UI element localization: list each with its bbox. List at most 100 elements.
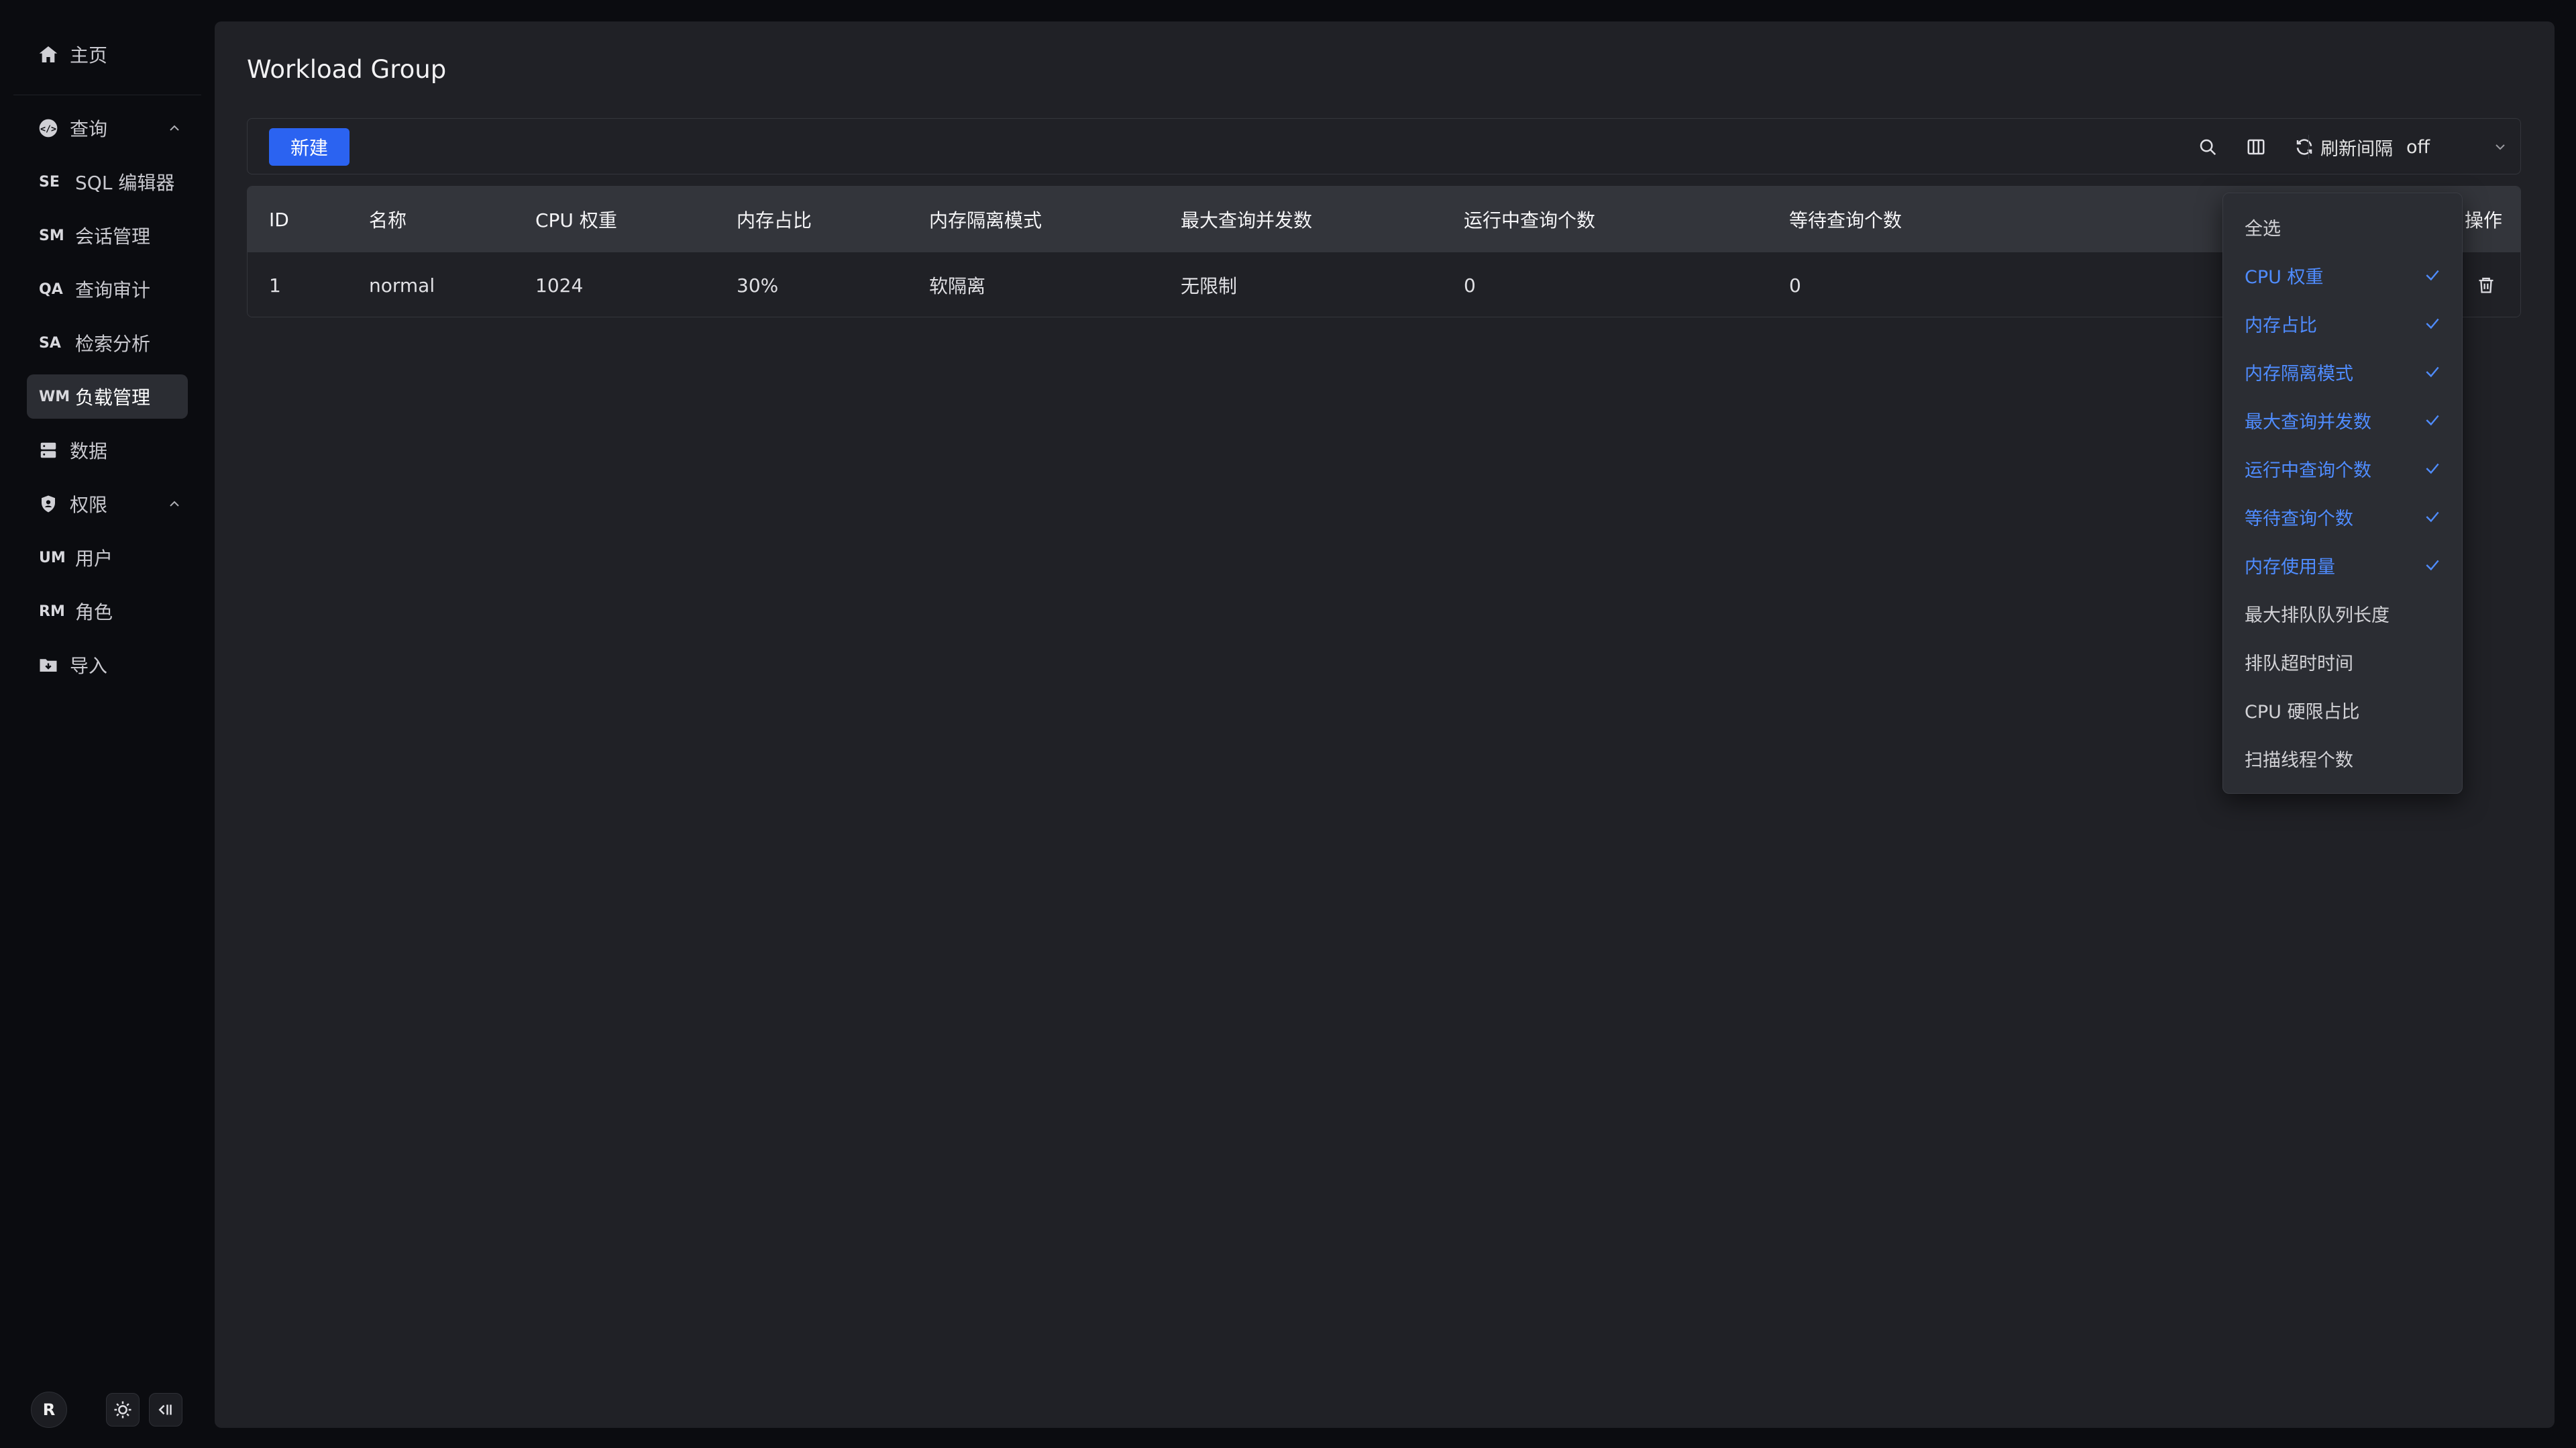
column-option-cpu-hard-limit[interactable]: CPU 硬限占比 [2223, 686, 2462, 734]
collapse-sidebar-button[interactable] [149, 1393, 182, 1427]
delete-icon[interactable] [2473, 272, 2500, 299]
check-icon [2422, 313, 2443, 334]
check-icon [2422, 458, 2443, 479]
column-option-queue-timeout[interactable]: 排队超时时间 [2223, 637, 2462, 686]
sidebar-item-label: 负载管理 [75, 386, 151, 409]
column-option-memory-isolation[interactable]: 内存隔离模式 [2223, 348, 2462, 396]
sidebar-item-import[interactable]: 导入 [27, 643, 188, 687]
sidebar-item-code: SE [39, 173, 60, 191]
column-option-label: CPU 权重 [2245, 266, 2324, 288]
sidebar-item-code: UM [39, 549, 66, 566]
toolbar-divider [2308, 135, 2309, 159]
sidebar-item-code: WM [39, 388, 70, 405]
column-option-max-concurrency[interactable]: 最大查询并发数 [2223, 396, 2462, 444]
refresh-interval-select[interactable]: 刷新间隔 off [2320, 128, 2508, 166]
column-option-label: 内存使用量 [2245, 556, 2335, 578]
collapse-icon [156, 1400, 176, 1420]
page-title: Workload Group [247, 55, 447, 84]
sidebar-group-query[interactable]: </> 查询 [27, 106, 188, 150]
column-option-label: 扫描线程个数 [2245, 749, 2353, 771]
sidebar-item-session-manage[interactable]: SM 会话管理 [27, 213, 188, 258]
sidebar-item-label: 用户 [75, 548, 113, 570]
sidebar-item-users[interactable]: UM 用户 [27, 535, 188, 580]
refresh-icon[interactable] [2291, 134, 2318, 160]
column-header-running-queries: 运行中查询个数 [1464, 209, 1596, 231]
sidebar-item-code: RM [39, 603, 65, 620]
columns-settings-icon[interactable] [2243, 134, 2269, 160]
workload-group-table: ID 名称 CPU 权重 内存占比 内存隔离模式 最大查询并发数 运行中查询个数… [247, 186, 2521, 317]
column-option-cpu-weight[interactable]: CPU 权重 [2223, 251, 2462, 299]
sidebar-item-workload-manage[interactable]: WM 负载管理 [27, 374, 188, 419]
sun-icon [113, 1400, 133, 1420]
avatar[interactable]: R [31, 1392, 67, 1428]
sidebar-item-label: 查询审计 [75, 279, 151, 301]
cell-waiting-queries: 0 [1789, 274, 1801, 297]
column-header-actions: 操作 [2465, 209, 2503, 231]
table-header-row: ID 名称 CPU 权重 内存占比 内存隔离模式 最大查询并发数 运行中查询个数… [248, 187, 2520, 252]
cell-memory-ratio: 30% [737, 274, 779, 297]
sidebar-group-permission[interactable]: 权限 [27, 482, 188, 526]
chevron-down-icon [2492, 139, 2508, 155]
column-option-scan-threads[interactable]: 扫描线程个数 [2223, 734, 2462, 782]
column-option-max-queue-size[interactable]: 最大排队队列长度 [2223, 589, 2462, 637]
column-header-cpu-weight: CPU 权重 [535, 209, 617, 231]
sidebar-item-roles[interactable]: RM 角色 [27, 589, 188, 633]
sidebar-group-label: 权限 [70, 494, 108, 516]
column-option-select-all[interactable]: 全选 [2223, 203, 2462, 251]
sidebar-item-label: 角色 [75, 601, 113, 623]
check-icon [2422, 361, 2443, 382]
sidebar-item-code: SA [39, 334, 61, 352]
column-header-max-concurrency: 最大查询并发数 [1181, 209, 1313, 231]
column-option-waiting-queries[interactable]: 等待查询个数 [2223, 493, 2462, 541]
column-option-label: 最大查询并发数 [2245, 411, 2371, 433]
cell-running-queries: 0 [1464, 274, 1476, 297]
sidebar-item-query-audit[interactable]: QA 查询审计 [27, 267, 188, 311]
new-button[interactable]: 新建 [269, 128, 350, 166]
column-option-label: 全选 [2245, 218, 2281, 240]
sidebar-item-home[interactable]: 主页 [27, 32, 188, 76]
column-option-memory-usage[interactable]: 内存使用量 [2223, 541, 2462, 589]
home-icon [27, 44, 70, 65]
check-icon [2422, 506, 2443, 527]
column-option-label: 等待查询个数 [2245, 508, 2353, 529]
sidebar-group-label: 查询 [70, 118, 108, 140]
column-option-label: CPU 硬限占比 [2245, 701, 2360, 723]
sidebar-item-label: SQL 编辑器 [75, 172, 175, 194]
avatar-initial: R [42, 1400, 56, 1419]
database-icon [27, 440, 70, 460]
column-option-memory-ratio[interactable]: 内存占比 [2223, 299, 2462, 348]
sidebar-item-code: SM [39, 227, 64, 244]
column-header-waiting-queries: 等待查询个数 [1789, 209, 1902, 231]
table-row: 1 normal 1024 30% 软隔离 无限制 0 0 [248, 252, 2520, 317]
sidebar-item-sql-editor[interactable]: SE SQL 编辑器 [27, 160, 188, 204]
column-option-label: 最大排队队列长度 [2245, 605, 2390, 626]
check-icon [2422, 554, 2443, 576]
column-settings-dropdown: 全选 CPU 权重 内存占比 内存隔离模式 最大查询并发数 运行中查询个数 等待… [2222, 193, 2463, 794]
column-option-running-queries[interactable]: 运行中查询个数 [2223, 444, 2462, 493]
theme-toggle-button[interactable] [106, 1393, 140, 1427]
check-icon [2422, 264, 2443, 286]
query-icon: </> [27, 117, 70, 139]
cell-name: normal [369, 274, 435, 297]
column-header-id: ID [269, 208, 289, 231]
folder-import-icon [27, 655, 70, 675]
column-option-label: 内存隔离模式 [2245, 363, 2353, 384]
sidebar-item-label: 会话管理 [75, 225, 151, 248]
column-header-memory-ratio: 内存占比 [737, 209, 812, 231]
column-option-label: 排队超时时间 [2245, 653, 2353, 674]
refresh-interval-value: off [2406, 136, 2430, 158]
chevron-up-icon [161, 496, 188, 512]
cell-memory-isolation: 软隔离 [929, 275, 986, 297]
cell-max-concurrency: 无限制 [1181, 275, 1238, 297]
sidebar-item-data[interactable]: 数据 [27, 428, 188, 472]
sidebar-item-label: 检索分析 [75, 333, 151, 355]
column-header-name: 名称 [369, 209, 407, 231]
sidebar-item-search-analysis[interactable]: SA 检索分析 [27, 321, 188, 365]
sidebar-item-code: QA [39, 280, 63, 298]
search-icon[interactable] [2194, 134, 2221, 160]
sidebar: 主页 </> 查询 SE SQL 编辑器 SM 会话管理 QA 查询审计 SA … [0, 0, 215, 1448]
sidebar-item-label: 数据 [70, 440, 108, 462]
shield-icon [27, 494, 70, 514]
chevron-up-icon [161, 120, 188, 136]
check-icon [2422, 409, 2443, 431]
